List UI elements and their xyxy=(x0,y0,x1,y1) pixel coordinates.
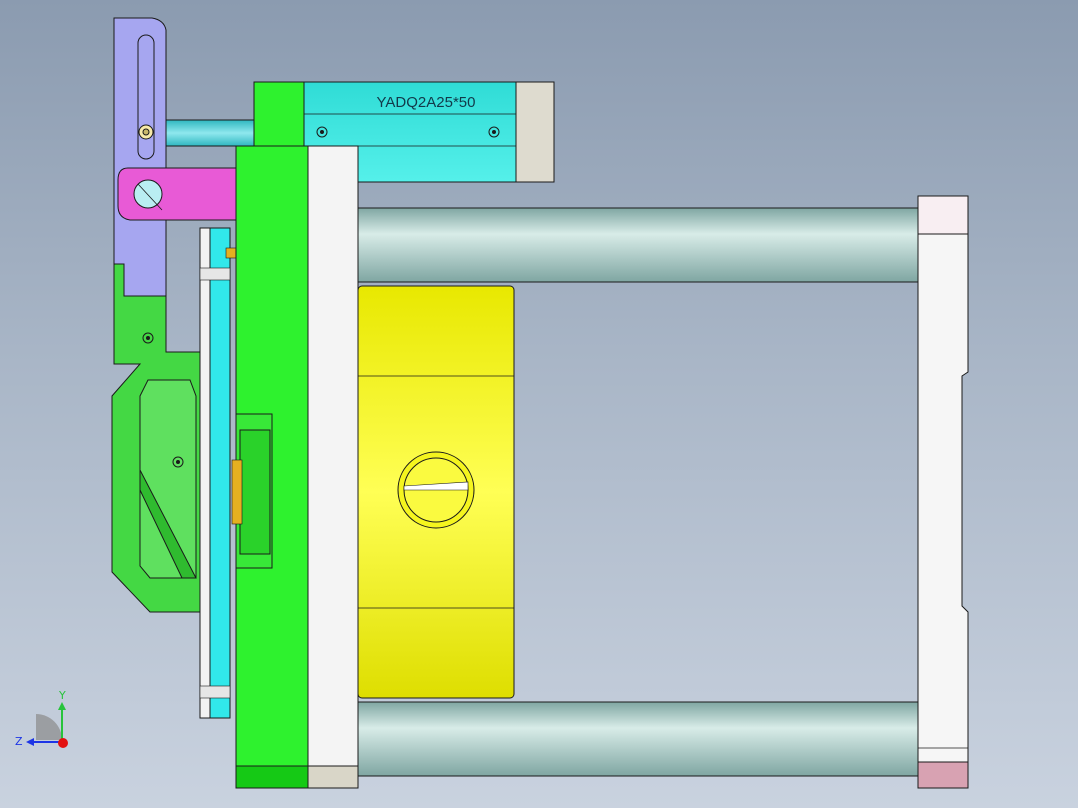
right-end-plate[interactable] xyxy=(917,195,969,789)
yellow-cavity-block[interactable] xyxy=(357,285,515,699)
coordinate-triad: Y Z xyxy=(15,689,68,748)
magenta-lock-block[interactable] xyxy=(117,167,239,221)
y-axis-label: Y xyxy=(58,689,66,702)
cyan-stripper-plate[interactable] xyxy=(199,227,237,719)
purple-slotted-plate[interactable] xyxy=(113,17,167,297)
z-axis-label: Z xyxy=(15,735,23,748)
green-mold-plate[interactable] xyxy=(231,145,309,789)
lower-guide-rod[interactable] xyxy=(357,701,921,777)
green-handle-bracket[interactable] xyxy=(111,263,209,613)
white-support-plate[interactable] xyxy=(307,145,359,789)
upper-guide-rod[interactable] xyxy=(357,207,921,283)
origin-dot xyxy=(58,738,68,748)
green-cylinder-mount[interactable] xyxy=(253,81,305,149)
mold-assembly-drawing[interactable]: YADQ2A25*50 Y Z xyxy=(0,0,1078,808)
cylinder-model-label: YADQ2A25*50 xyxy=(377,94,476,111)
cad-viewport[interactable]: YADQ2A25*50 Y Z xyxy=(0,0,1078,808)
